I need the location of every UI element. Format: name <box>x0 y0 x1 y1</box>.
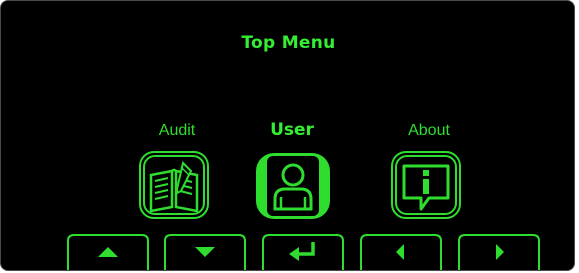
menu-label-about: About <box>408 122 450 139</box>
page-title: Top Menu <box>241 33 336 53</box>
arrow-up-icon <box>67 234 149 270</box>
arrow-left-icon <box>360 234 442 270</box>
user-icon <box>256 153 330 219</box>
nav-enter-button[interactable] <box>261 233 345 270</box>
arrow-right-icon <box>458 234 540 270</box>
enter-return-icon <box>262 234 344 270</box>
menu-item-audit[interactable] <box>137 149 211 221</box>
menu-label-user: User <box>270 120 314 140</box>
menu-item-user[interactable] <box>254 149 332 221</box>
nav-right-button[interactable] <box>457 233 541 270</box>
device-screen: Top Menu Audit User About <box>0 0 575 271</box>
about-info-icon <box>391 151 461 219</box>
audit-book-icon <box>139 151 209 219</box>
arrow-down-icon <box>164 234 246 270</box>
nav-down-button[interactable] <box>163 233 247 270</box>
nav-up-button[interactable] <box>66 233 150 270</box>
menu-label-audit: Audit <box>158 122 196 139</box>
menu-item-about[interactable] <box>389 149 463 221</box>
nav-left-button[interactable] <box>359 233 443 270</box>
